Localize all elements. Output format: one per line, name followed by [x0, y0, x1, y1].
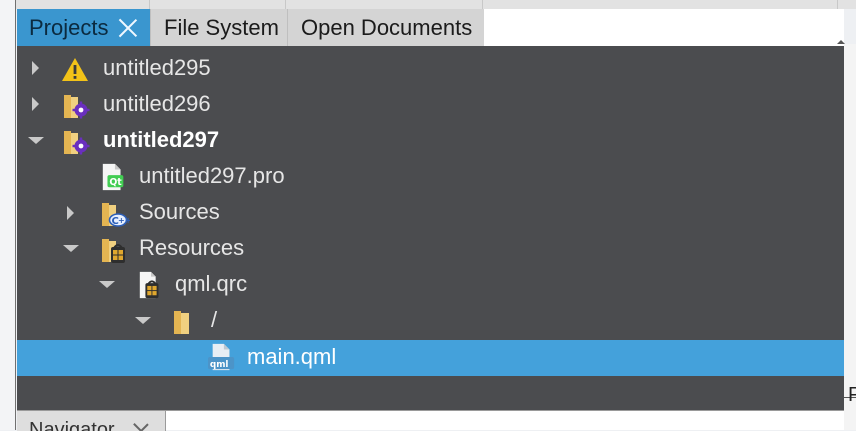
warning-icon [62, 58, 88, 81]
tree-item-label: main.qml [247, 344, 337, 369]
resources-folder-icon [102, 239, 125, 263]
top-strip-segment [0, 0, 150, 9]
svg-text:++: ++ [118, 216, 130, 225]
tree-item-untitled296[interactable]: untitled296 [17, 87, 844, 123]
tree-item-pro-file[interactable]: Qt untitled297.pro [17, 159, 844, 195]
collapse-arrow-icon[interactable] [63, 245, 79, 252]
tree-item-sources[interactable]: C ++ Sources [17, 195, 844, 231]
project-tab-bar: Projects File System Open Documents [17, 9, 845, 46]
tree-item-label: untitled296 [103, 91, 211, 116]
tab-projects-label: Projects [29, 15, 109, 40]
tree-item-root-folder[interactable]: / [17, 303, 844, 339]
expand-arrow-icon[interactable] [67, 206, 74, 220]
top-strip-segment [483, 0, 838, 9]
tree-item-label: Sources [139, 199, 220, 224]
svg-text:qml: qml [210, 360, 229, 370]
tab-open-documents[interactable]: Open Documents [287, 9, 484, 46]
tab-navigator[interactable]: Navigator [17, 411, 166, 431]
tab-projects[interactable]: Projects [17, 9, 150, 46]
expand-arrow-icon[interactable] [32, 61, 39, 75]
folder-icon [174, 311, 189, 334]
cpp-sources-folder-icon: C ++ [102, 203, 130, 227]
top-strip [0, 0, 856, 9]
project-folder-icon [64, 131, 90, 155]
collapse-arrow-icon[interactable] [99, 281, 115, 288]
tree-item-label: Resources [139, 235, 245, 260]
tab-file-system[interactable]: File System [150, 9, 287, 46]
right-edge-panel: P [844, 44, 856, 430]
navigator-panel: Navigator [17, 410, 844, 431]
tree-item-label: / [211, 307, 218, 332]
top-strip-segment [150, 0, 286, 9]
tree-item-label: qml.qrc [175, 271, 248, 296]
tab-navigator-label: Navigator [29, 419, 115, 431]
tree-item-label: untitled297 [103, 127, 220, 152]
tab-open-documents-label: Open Documents [301, 15, 473, 40]
tree-item-label: untitled297.pro [139, 163, 285, 188]
tree-item-untitled295[interactable]: untitled295 [17, 51, 844, 87]
top-strip-segment [286, 0, 483, 9]
svg-text:Qt: Qt [109, 177, 122, 188]
right-edge-label: P [848, 384, 856, 406]
qml-file-icon: qml [208, 343, 235, 371]
tree-item-untitled297[interactable]: untitled297 [17, 123, 844, 159]
project-folder-icon [64, 95, 90, 119]
tree-item-main-qml[interactable]: qml main.qml [17, 340, 844, 376]
tree-item-resources[interactable]: Resources [17, 231, 844, 267]
collapse-arrow-icon[interactable] [135, 317, 151, 324]
collapse-arrow-icon[interactable] [28, 137, 44, 144]
qt-project-file-icon: Qt [102, 163, 124, 191]
tree-item-label: untitled295 [103, 55, 211, 80]
tree-item-qml-qrc[interactable]: qml.qrc [17, 267, 844, 303]
left-border [0, 0, 16, 430]
close-icon[interactable] [118, 18, 137, 37]
expand-arrow-icon[interactable] [32, 97, 39, 111]
resource-file-icon [139, 271, 159, 299]
tab-file-system-label: File System [164, 15, 279, 40]
project-tree: untitled295 untitled296 untitled297 Qt u… [17, 46, 844, 410]
